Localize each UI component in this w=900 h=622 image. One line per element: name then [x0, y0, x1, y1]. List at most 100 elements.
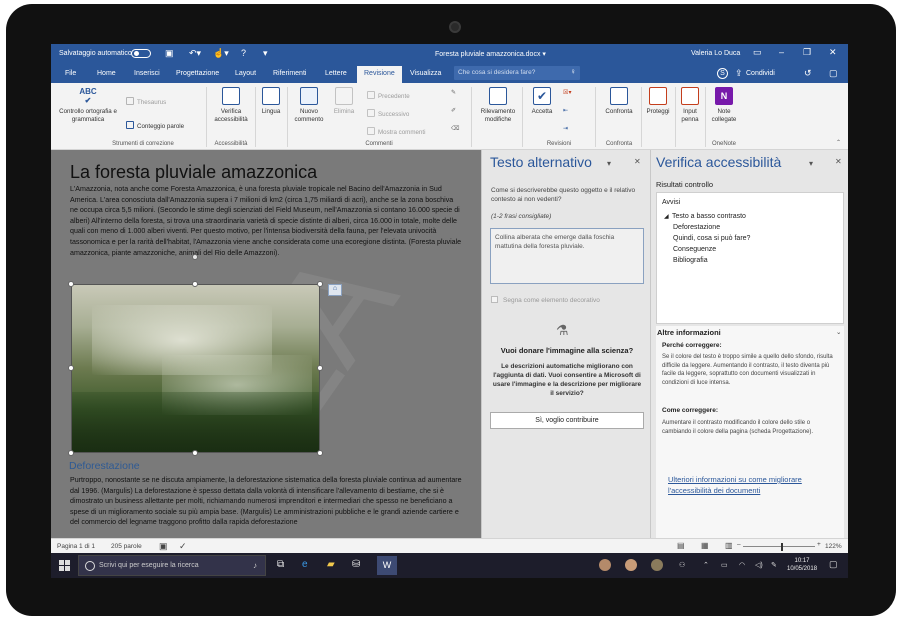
- tab-insert[interactable]: Inserisci: [134, 70, 160, 77]
- zoom-in-icon[interactable]: +: [817, 541, 821, 548]
- pane-options-icon[interactable]: ▾: [607, 159, 611, 168]
- comments-icon[interactable]: ▢: [829, 68, 838, 79]
- action-center-icon[interactable]: ▢: [829, 559, 838, 570]
- resize-handle[interactable]: [68, 365, 74, 371]
- resize-handle[interactable]: [68, 281, 74, 287]
- zoom-slider-thumb[interactable]: [781, 543, 783, 551]
- check-accessibility-button[interactable]: Verifica accessibilità: [209, 87, 253, 123]
- word-taskbar-icon[interactable]: W: [377, 556, 397, 575]
- accept-button[interactable]: ✔ Accetta: [525, 87, 559, 116]
- avatar[interactable]: [651, 559, 663, 571]
- compare-button[interactable]: Confronta: [601, 87, 637, 116]
- linked-notes-button[interactable]: N Note collegate: [707, 87, 741, 123]
- tab-view[interactable]: Visualizza: [410, 70, 441, 77]
- page-count[interactable]: Pagina 1 di 1: [57, 543, 95, 550]
- microphone-icon[interactable]: ♪: [253, 561, 257, 570]
- history-icon[interactable]: ↺: [804, 68, 812, 79]
- list-item[interactable]: Bibliografia: [673, 257, 708, 264]
- resize-handle[interactable]: [192, 450, 198, 456]
- word-count-button[interactable]: Conteggio parole: [126, 121, 184, 131]
- volume-icon[interactable]: ◁): [755, 561, 763, 569]
- tray-expand-icon[interactable]: ⌃: [703, 561, 709, 569]
- taskbar-search[interactable]: Scrivi qui per eseguire la ricerca ♪: [78, 555, 266, 576]
- alt-text-input[interactable]: Collina alberata che emerge dalla foschi…: [490, 228, 644, 284]
- autosave-toggle[interactable]: [131, 49, 151, 58]
- resize-handle[interactable]: [317, 450, 323, 456]
- issue-low-contrast[interactable]: Testo a basso contrasto: [672, 213, 746, 220]
- tab-design[interactable]: Progettazione: [176, 70, 219, 77]
- language-button[interactable]: Lingua: [257, 87, 285, 116]
- ribbon-display-icon[interactable]: ▭: [753, 47, 762, 58]
- next-change-icon[interactable]: ⇥: [563, 125, 568, 133]
- share-icon[interactable]: ⇪: [735, 68, 743, 79]
- web-layout-icon[interactable]: ▥: [725, 541, 733, 550]
- undo-icon[interactable]: ↶▾: [189, 48, 201, 59]
- layout-options-icon[interactable]: ⌂: [328, 284, 342, 296]
- delete-comment-button[interactable]: Elimina: [329, 87, 359, 116]
- collapse-ribbon-icon[interactable]: ⌃: [836, 139, 841, 147]
- read-mode-icon[interactable]: ▤: [677, 541, 685, 550]
- reject-icon[interactable]: ☒▾: [563, 89, 572, 97]
- zoom-out-icon[interactable]: –: [737, 541, 741, 548]
- spelling-grammar-button[interactable]: ABC ✔ Controllo ortografia e grammatica: [55, 87, 121, 123]
- tab-file[interactable]: File: [65, 70, 76, 77]
- zoom-slider[interactable]: [743, 546, 815, 547]
- file-explorer-icon[interactable]: ▰: [327, 559, 335, 570]
- new-comment-button[interactable]: Nuovo commento: [289, 87, 329, 123]
- next-comment-button[interactable]: Successivo: [367, 109, 409, 119]
- eraser-icon[interactable]: ⌫: [451, 125, 460, 133]
- track-changes-button[interactable]: Rilevamento modifiche: [475, 87, 521, 123]
- help-icon[interactable]: ?: [241, 48, 246, 58]
- rotate-handle[interactable]: [192, 254, 198, 260]
- minimize-icon[interactable]: –: [779, 47, 784, 57]
- pane-options-icon[interactable]: ▾: [809, 159, 813, 168]
- save-icon[interactable]: ▣: [165, 48, 174, 59]
- contribute-button[interactable]: Sì, voglio contribuire: [490, 412, 644, 429]
- list-item[interactable]: Conseguenze: [673, 246, 716, 253]
- resize-handle[interactable]: [68, 450, 74, 456]
- ink-comment-icon[interactable]: ✎: [451, 89, 456, 97]
- customize-qat-icon[interactable]: ▾: [263, 48, 268, 59]
- resize-handle[interactable]: [317, 365, 323, 371]
- accessibility-status-icon[interactable]: ✓: [179, 541, 187, 552]
- store-icon[interactable]: ⛁: [352, 559, 360, 570]
- document-title[interactable]: Foresta pluviale amazzonica.docx ▾: [435, 50, 546, 58]
- ink-button[interactable]: Input penna: [677, 87, 703, 123]
- protect-button[interactable]: Proteggi: [643, 87, 673, 116]
- proofing-status-icon[interactable]: ▣: [159, 541, 168, 552]
- collapse-icon[interactable]: ⌄: [836, 328, 841, 337]
- wifi-icon[interactable]: ◠: [739, 561, 745, 569]
- zoom-level[interactable]: 122%: [825, 543, 842, 550]
- word-count[interactable]: 205 parole: [111, 543, 142, 550]
- skype-icon[interactable]: S: [717, 68, 728, 79]
- share-button[interactable]: Condividi: [746, 70, 775, 77]
- avatar[interactable]: [625, 559, 637, 571]
- resize-handle[interactable]: [317, 281, 323, 287]
- previous-comment-button[interactable]: Precedente: [367, 91, 410, 101]
- list-item[interactable]: Deforestazione: [673, 224, 720, 231]
- resize-handle[interactable]: [192, 281, 198, 287]
- list-item[interactable]: Quindi, cosa si può fare?: [673, 235, 750, 242]
- restore-icon[interactable]: ❐: [803, 47, 811, 58]
- battery-icon[interactable]: ▭: [721, 561, 728, 569]
- document-canvas[interactable]: ZA La foresta pluviale amazzonica L'Amaz…: [51, 150, 481, 538]
- previous-change-icon[interactable]: ⇤: [563, 107, 568, 115]
- tab-references[interactable]: Riferimenti: [273, 70, 306, 77]
- tell-me-search[interactable]: Che cosa si desidera fare? ♀: [454, 66, 580, 80]
- close-pane-icon[interactable]: ✕: [835, 157, 842, 166]
- print-layout-icon[interactable]: ▦: [701, 541, 709, 550]
- warnings-header[interactable]: Avvisi: [662, 199, 680, 206]
- user-name[interactable]: Valeria Lo Duca: [691, 50, 740, 57]
- taskbar-clock[interactable]: 10:17 10/05/2018: [787, 557, 817, 573]
- close-pane-icon[interactable]: ✕: [634, 157, 641, 166]
- expand-icon[interactable]: ◢: [664, 213, 669, 220]
- tab-layout[interactable]: Layout: [235, 70, 256, 77]
- tab-review[interactable]: Revisione: [357, 66, 402, 83]
- pen-workspace-icon[interactable]: ✎: [771, 561, 777, 569]
- tab-mailings[interactable]: Lettere: [325, 70, 347, 77]
- avatar[interactable]: [599, 559, 611, 571]
- touch-mode-icon[interactable]: ☝▾: [213, 48, 229, 59]
- edge-icon[interactable]: e: [302, 559, 308, 570]
- pen-icon[interactable]: ✐: [451, 107, 456, 115]
- tab-home[interactable]: Home: [97, 70, 116, 77]
